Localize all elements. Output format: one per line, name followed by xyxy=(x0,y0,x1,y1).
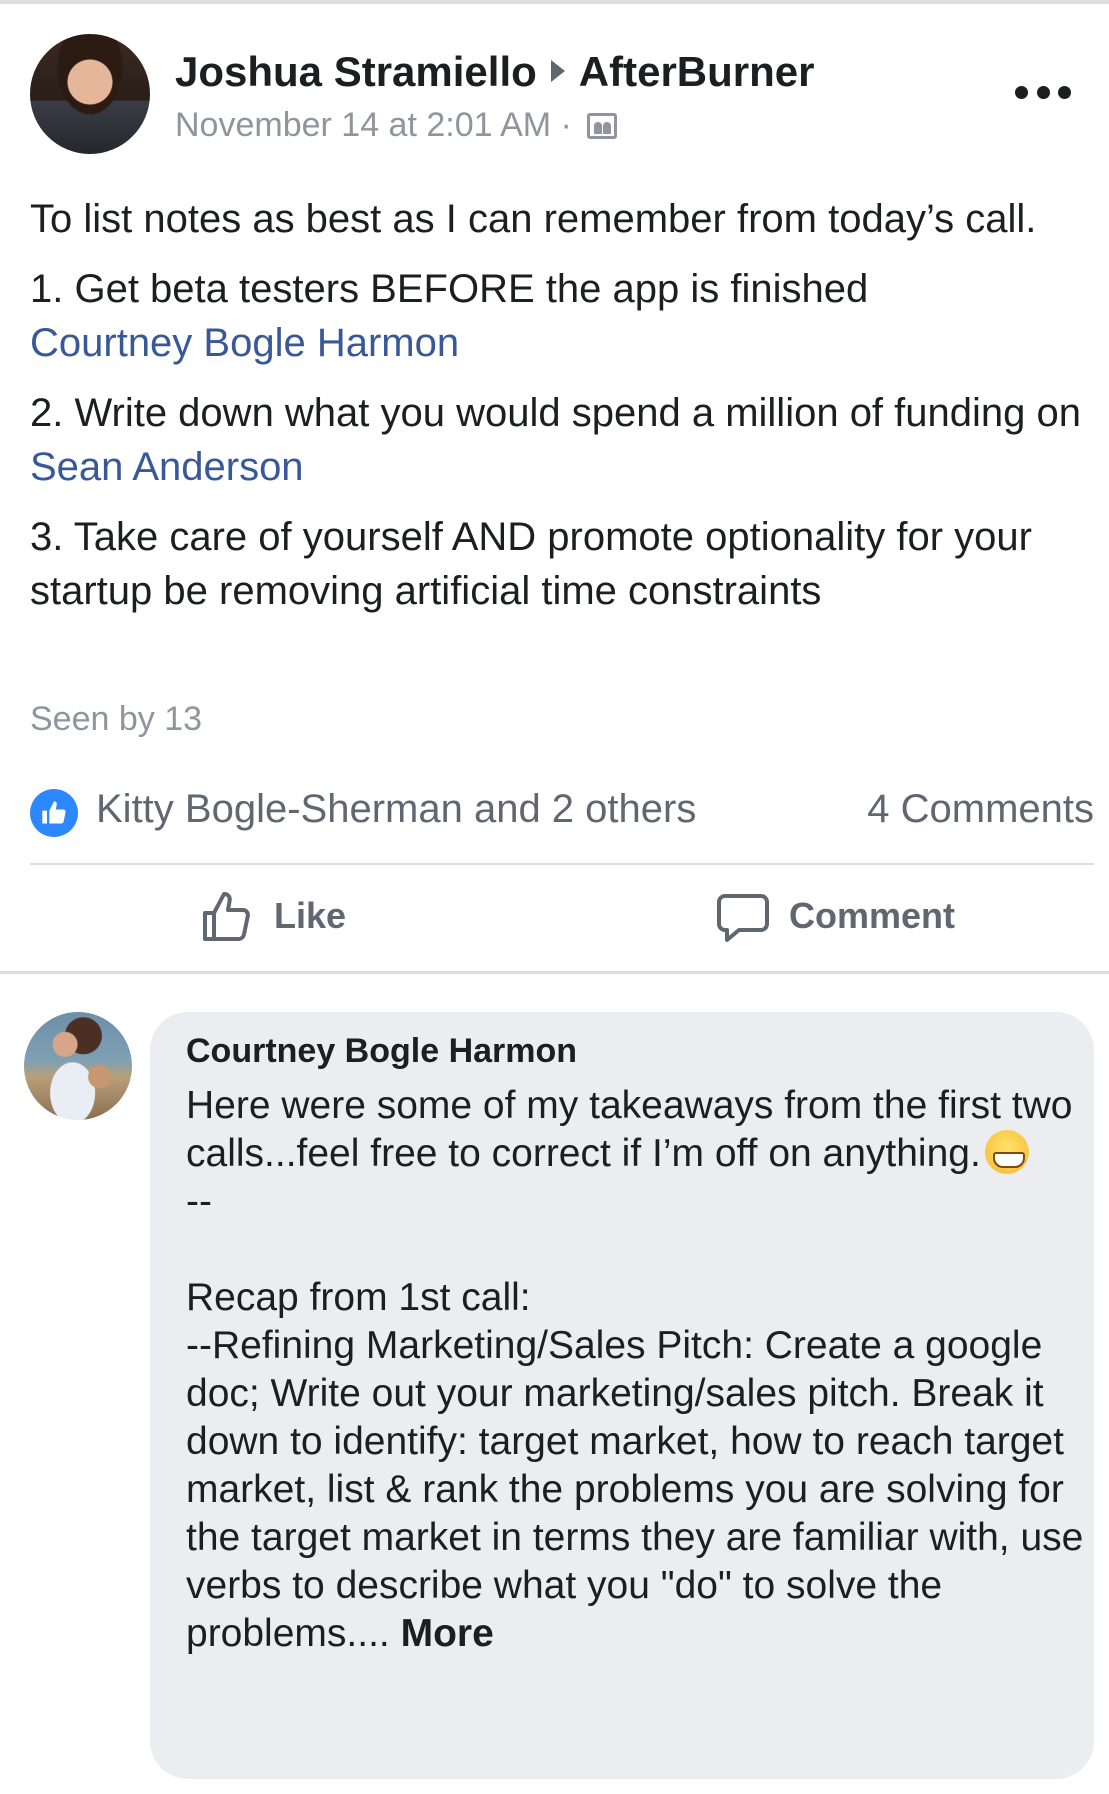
seen-by-count[interactable]: Seen by 13 xyxy=(30,700,202,739)
author-avatar[interactable] xyxy=(30,34,150,154)
author-name[interactable]: Joshua Stramiello xyxy=(175,48,537,95)
reactions-summary: Kitty Bogle-Sherman and 2 others 4 Comme… xyxy=(30,785,1094,841)
grinning-face-emoji xyxy=(984,1130,1029,1174)
like-reaction-icon xyxy=(30,789,78,837)
comment-text-part1: Here were some of my takeaways from the … xyxy=(186,1084,1084,1175)
post-item-1-text: 1. Get beta testers BEFORE the app is fi… xyxy=(30,267,869,311)
more-options-icon[interactable] xyxy=(1015,82,1071,102)
mention-link[interactable]: Sean Anderson xyxy=(30,445,304,489)
comment-label: Comment xyxy=(789,895,956,936)
like-button[interactable]: Like xyxy=(200,886,346,946)
author-line: Joshua Stramiello AfterBurner xyxy=(175,48,814,96)
post-header: Joshua Stramiello AfterBurner November 14… xyxy=(0,30,1109,160)
post-item-2-text: 2. Write down what you would spend a mil… xyxy=(30,391,1081,435)
action-bar: Like Comment xyxy=(0,868,1109,970)
reactors-names[interactable]: Kitty Bogle-Sherman and 2 others xyxy=(96,787,696,832)
commenter-avatar[interactable] xyxy=(24,1012,132,1120)
see-more-link[interactable]: More xyxy=(401,1612,494,1655)
comment-button[interactable]: Comment xyxy=(715,886,955,946)
reactions-divider xyxy=(30,863,1094,865)
post-intro: To list notes as best as I can remember … xyxy=(30,197,1037,241)
comments-divider xyxy=(0,971,1109,974)
group-audience-icon xyxy=(587,113,618,139)
shared-to-arrow-icon xyxy=(550,60,565,82)
post-timestamp[interactable]: November 14 at 2:01 AM xyxy=(175,106,551,144)
dot xyxy=(1015,85,1028,99)
comment-author[interactable]: Courtney Bogle Harmon xyxy=(186,1032,577,1071)
dot xyxy=(1036,85,1050,99)
group-name[interactable]: AfterBurner xyxy=(579,48,815,95)
comment-bubble: Courtney Bogle Harmon Here were some of … xyxy=(150,1012,1094,1779)
post-meta: November 14 at 2:01 AM · xyxy=(175,105,618,145)
speech-bubble-icon xyxy=(717,894,769,942)
post-item-2: 2. Write down what you would spend a mil… xyxy=(30,386,1090,494)
like-label: Like xyxy=(274,895,347,936)
post-body: To list notes as best as I can remember … xyxy=(30,192,1090,634)
mention-link[interactable]: Courtney Bogle Harmon xyxy=(30,321,459,365)
post-item-1: 1. Get beta testers BEFORE the app is fi… xyxy=(30,262,1090,370)
comment-text: Here were some of my takeaways from the … xyxy=(186,1082,1086,1658)
comment-text-part2: -- Recap from 1st call: --Refining Marke… xyxy=(186,1180,1084,1655)
top-divider xyxy=(0,0,1109,4)
meta-separator: · xyxy=(560,106,572,144)
comments-count[interactable]: 4 Comments xyxy=(867,787,1094,832)
dot xyxy=(1058,85,1071,99)
thumbs-up-icon xyxy=(203,892,250,941)
post-item-3: 3. Take care of yourself AND promote opt… xyxy=(30,515,1032,613)
